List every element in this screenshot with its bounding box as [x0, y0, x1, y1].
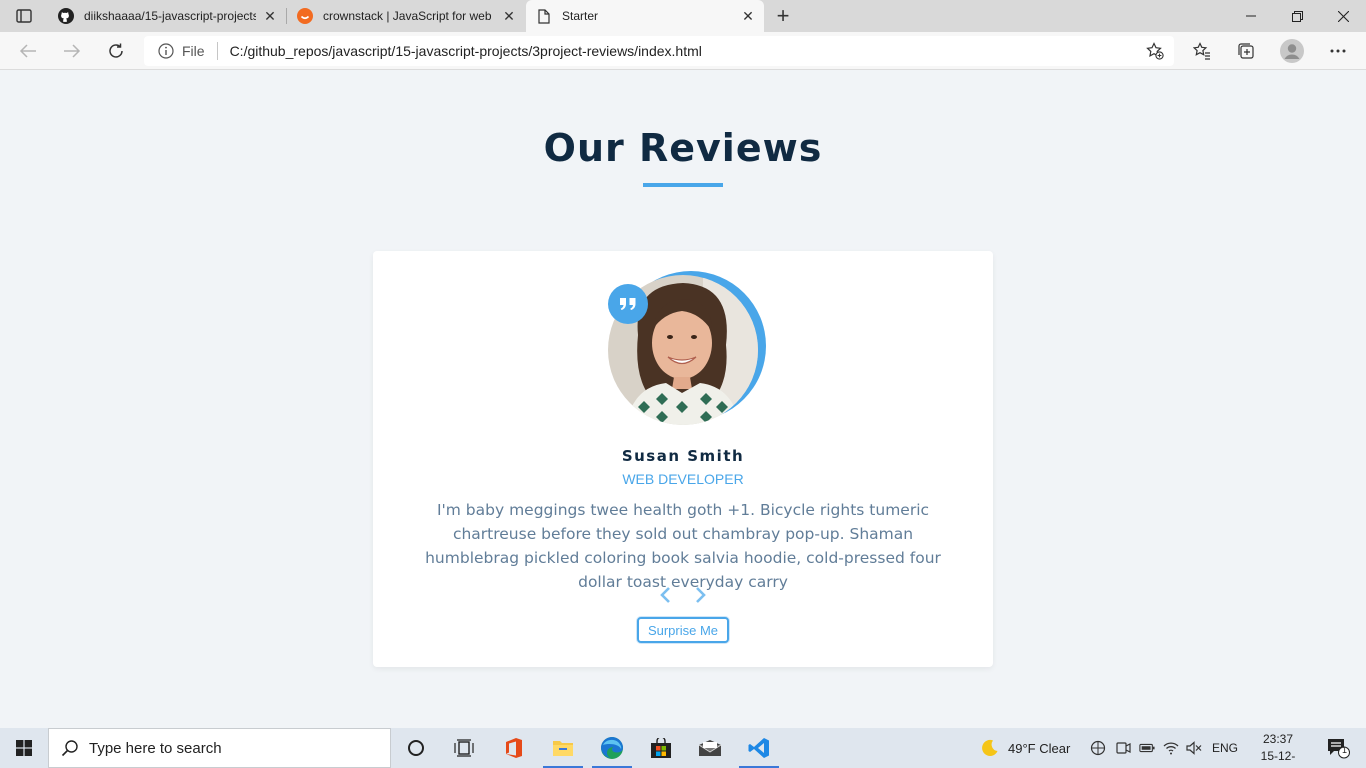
tab-title: diikshaaaa/15-javascript-projects: [84, 9, 256, 23]
github-icon: [58, 8, 74, 24]
tab-crownstack[interactable]: crownstack | JavaScript for web d ✕: [287, 0, 525, 32]
store-icon: [651, 738, 671, 758]
collections-button[interactable]: [1230, 35, 1262, 67]
address-bar[interactable]: File C:/github_repos/javascript/15-javas…: [144, 36, 1174, 66]
moon-icon: [981, 739, 999, 757]
folder-icon: [553, 741, 573, 756]
browser-toolbar: File C:/github_repos/javascript/15-javas…: [0, 32, 1366, 70]
image-container: [608, 271, 766, 425]
job-title: WEB DEVELOPER: [622, 471, 744, 487]
tab-title: Starter: [562, 9, 599, 23]
favorites-button[interactable]: [1186, 35, 1218, 67]
tab-github[interactable]: diikshaaaa/15-javascript-projects ✕: [48, 0, 286, 32]
profile-button[interactable]: [1276, 35, 1308, 67]
tab-strip: diikshaaaa/15-javascript-projects ✕ crow…: [0, 0, 1366, 32]
search-icon: [61, 740, 78, 757]
back-button[interactable]: [12, 35, 44, 67]
tab-actions-button[interactable]: [0, 0, 48, 32]
clock-time: 23:37: [1262, 732, 1294, 746]
page-icon: [536, 8, 552, 24]
title-underline: [643, 183, 723, 187]
start-button[interactable]: [0, 728, 48, 768]
tab-starter[interactable]: Starter ✕: [526, 0, 764, 32]
network-share-icon[interactable]: [1090, 740, 1106, 756]
mail-icon: [698, 740, 722, 756]
minimize-icon: [1246, 15, 1256, 17]
office-button[interactable]: [490, 728, 538, 768]
more-icon: [1330, 49, 1346, 53]
chevron-left-icon: [660, 587, 670, 603]
cortana-icon: [408, 740, 424, 756]
edge-button[interactable]: [588, 728, 636, 768]
tab-actions-icon: [16, 9, 32, 23]
tab-title: crownstack | JavaScript for web d: [323, 9, 495, 23]
info-icon[interactable]: [158, 43, 174, 59]
volume-muted-icon[interactable]: [1186, 740, 1202, 756]
search-placeholder: Type here to search: [89, 739, 222, 757]
collections-icon: [1238, 43, 1254, 59]
office-icon: [506, 738, 522, 758]
weather-text[interactable]: 49°F Clear: [1008, 728, 1070, 768]
restore-icon: [1291, 10, 1303, 22]
page-title: Our Reviews: [543, 126, 823, 170]
minimize-button[interactable]: [1228, 0, 1274, 32]
taskbar-search[interactable]: Type here to search: [48, 728, 391, 768]
refresh-icon: [109, 43, 123, 58]
avatar-icon: [1280, 39, 1304, 63]
close-window-button[interactable]: [1320, 0, 1366, 32]
forward-button[interactable]: [56, 35, 88, 67]
address-divider: [216, 42, 218, 60]
task-view-button[interactable]: [440, 728, 488, 768]
mail-button[interactable]: [686, 728, 734, 768]
forward-arrow-icon: [64, 44, 81, 58]
quote-icon: [608, 284, 648, 324]
prev-button[interactable]: [655, 585, 675, 605]
restore-button[interactable]: [1274, 0, 1320, 32]
battery-icon[interactable]: [1139, 740, 1155, 756]
close-icon: [1337, 10, 1349, 22]
vscode-icon: [748, 738, 769, 758]
device-icon[interactable]: [1115, 740, 1131, 756]
close-icon[interactable]: ✕: [262, 8, 278, 24]
author-name: Susan Smith: [621, 447, 745, 465]
chevron-right-icon: [696, 587, 706, 603]
task-view-icon: [454, 739, 474, 757]
close-icon[interactable]: ✕: [501, 8, 517, 24]
file-explorer-button[interactable]: [539, 728, 587, 768]
plus-icon: +: [776, 3, 790, 28]
scheme-label: File: [182, 43, 205, 59]
notification-count: 1: [1342, 745, 1348, 755]
close-icon[interactable]: ✕: [740, 8, 756, 24]
action-center-button[interactable]: 1: [1318, 728, 1358, 768]
review-text: I'm baby meggings twee health goth +1. B…: [425, 501, 941, 591]
cortana-button[interactable]: [392, 728, 440, 768]
wifi-icon[interactable]: [1163, 740, 1179, 756]
clock-date: 15-12-2021: [1260, 749, 1296, 768]
clock[interactable]: 23:37 15-12-2021: [1248, 731, 1308, 768]
crownstack-icon: [297, 8, 313, 24]
review-card: Susan Smith WEB DEVELOPER I'm baby meggi…: [373, 251, 993, 667]
edge-icon: [601, 737, 623, 759]
settings-menu-button[interactable]: [1322, 35, 1354, 67]
back-arrow-icon: [19, 44, 36, 58]
next-button[interactable]: [691, 585, 711, 605]
taskbar: Type here to search 49°F Clear ENG 23:37…: [0, 728, 1366, 768]
store-button[interactable]: [637, 728, 685, 768]
surprise-me-button[interactable]: Surprise Me: [637, 617, 729, 643]
language-indicator[interactable]: ENG: [1212, 728, 1238, 768]
vscode-button[interactable]: [735, 728, 783, 768]
new-tab-button[interactable]: +: [770, 0, 796, 32]
refresh-button[interactable]: [100, 35, 132, 67]
url-text[interactable]: C:/github_repos/javascript/15-javascript…: [230, 43, 702, 59]
windows-logo-icon: [16, 740, 32, 756]
favorites-icon: [1193, 42, 1210, 60]
add-favorite-icon[interactable]: [1146, 42, 1164, 60]
